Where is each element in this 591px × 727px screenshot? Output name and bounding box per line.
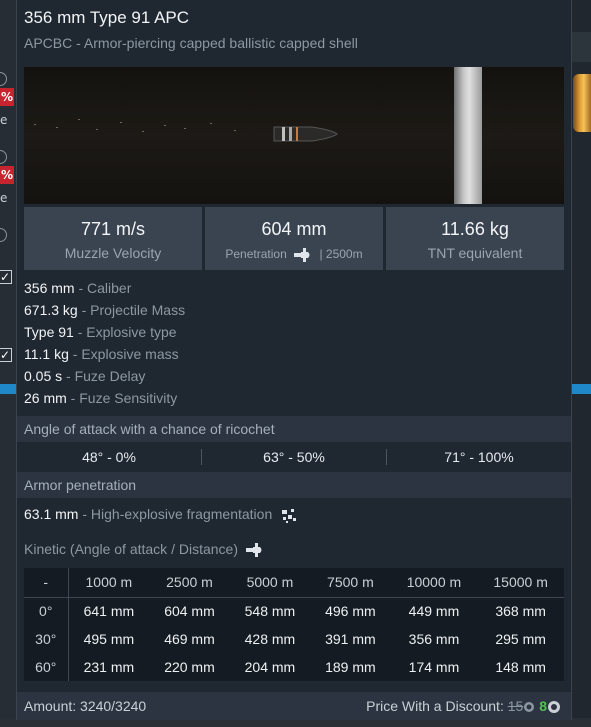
shell-icon [273, 126, 338, 142]
table-cell: 428 mm [244, 631, 296, 647]
background-text: e [0, 191, 8, 205]
shell-name: 356 mm Type 91 APC [24, 8, 190, 27]
distance-header: 1000 m [68, 568, 150, 598]
old-price: 15 [507, 698, 524, 714]
ricochet-cell: 48° - 0% [82, 448, 136, 465]
background-text: e [0, 113, 8, 127]
he-penetration: 63.1 mm - High-explosive fragmentation [24, 506, 298, 524]
table-row: 30° 495 mm 469 mm 428 mm 391 mm 356 mm 2… [24, 625, 564, 653]
stat-label: TNT equivalent [427, 245, 523, 261]
stat-label: Penetration | 2500m [205, 247, 383, 262]
background-stripe [0, 384, 16, 394]
angle-cell: 0° [24, 597, 69, 625]
percent-badge: % [0, 88, 14, 106]
kinetic-title: Kinetic (Angle of attack / Distance) [24, 541, 264, 558]
muzzle-velocity-stat: 771 m/s Muzzle Velocity [24, 207, 202, 270]
property-projectile-mass: 671.3 kg - Projectile Mass [24, 302, 186, 318]
table-row: 60° 231 mm 220 mm 204 mm 189 mm 174 mm 1… [24, 653, 564, 681]
stat-label-prefix: Penetration [225, 247, 287, 261]
distance-header: 5000 m [229, 568, 311, 598]
armor-plate [454, 67, 482, 204]
ammo-tooltip: 356 mm Type 91 APC APCBC - Armor-piercin… [16, 0, 572, 720]
property-list: 356 mm - Caliber 671.3 kg - Projectile M… [24, 278, 185, 410]
table-header-row: - 1000 m 2500 m 5000 m 7500 m 10000 m 15… [24, 568, 564, 598]
table-cell: 231 mm [83, 659, 135, 675]
property-explosive-mass: 11.1 kg - Explosive mass [24, 346, 179, 362]
shell-preview-image [24, 67, 564, 204]
radio-icon [0, 228, 7, 242]
fragmentation-icon [282, 509, 297, 524]
distance-header: 15000 m [477, 568, 564, 598]
table-cell: 174 mm [408, 659, 460, 675]
silver-lions-icon [524, 702, 535, 713]
ricochet-header: Angle of attack with a chance of ricoche… [17, 416, 571, 442]
property-caliber: 356 mm - Caliber [24, 280, 132, 296]
table-cell: 356 mm [408, 631, 460, 647]
table-cell: 368 mm [495, 603, 546, 620]
stat-value: 11.66 kg [441, 219, 509, 239]
table-cell: 204 mm [244, 659, 296, 675]
table-cell: 641 mm [83, 603, 135, 620]
property-explosive-type: Type 91 - Explosive type [24, 324, 177, 340]
table-cell: 548 mm [244, 603, 296, 620]
checkbox-icon: ✓ [0, 348, 12, 362]
ricochet-row: 48° - 0% 63° - 50% 71° - 100% [17, 443, 571, 470]
property-fuze-sensitivity: 26 mm - Fuze Sensitivity [24, 390, 178, 406]
background-left-strip: % e % e ✓ ✓ [0, 0, 16, 727]
radio-icon [0, 72, 7, 86]
table-cell: 148 mm [495, 659, 546, 675]
checkbox-icon: ✓ [0, 270, 12, 284]
shell-penetration-icon [245, 543, 262, 558]
shell-penetration-icon [294, 247, 310, 262]
penetration-stat: 604 mm Penetration | 2500m [205, 207, 383, 270]
tnt-equivalent-stat: 11.66 kg TNT equivalent [386, 207, 564, 270]
shell-description: APCBC - Armor-piercing capped ballistic … [24, 35, 358, 51]
ammo-amount: Amount: 3240/3240 [24, 698, 147, 714]
angle-cell: 30° [24, 625, 69, 653]
table-cell: 391 mm [325, 631, 376, 647]
penetration-table: - 1000 m 2500 m 5000 m 7500 m 10000 m 15… [24, 568, 564, 681]
distance-header: 2500 m [149, 568, 230, 598]
armor-penetration-header: Armor penetration [17, 472, 571, 498]
stat-label: Muzzle Velocity [64, 245, 162, 261]
silver-lions-icon [548, 701, 560, 714]
percent-badge: % [0, 166, 14, 184]
background-stripe [572, 384, 591, 394]
price-label: Price With a Discount: [366, 698, 504, 714]
radio-icon [0, 150, 7, 164]
table-cell: 189 mm [325, 659, 376, 675]
ammo-icon [573, 74, 591, 132]
angle-cell: 60° [24, 653, 69, 681]
stats-row: 771 m/s Muzzle Velocity 604 mm Penetrati… [24, 207, 564, 270]
distance-header: 10000 m [390, 568, 478, 598]
table-cell: 295 mm [495, 631, 546, 647]
distance-header: 7500 m [310, 568, 391, 598]
stat-value: 604 mm [261, 219, 327, 239]
ricochet-cell: 63° - 50% [263, 448, 325, 465]
discount-price: Price With a Discount: 15 8 [366, 698, 561, 714]
table-cell: 220 mm [164, 659, 215, 675]
table-cell: 496 mm [325, 603, 376, 620]
background-right-strip [572, 0, 591, 727]
stat-label-suffix: | 2500m [319, 247, 363, 261]
background-band [572, 32, 591, 62]
table-cell: 469 mm [164, 631, 215, 647]
table-cell: 495 mm [83, 631, 135, 647]
new-price: 8 [539, 698, 547, 714]
table-row: 0° 641 mm 604 mm 548 mm 496 mm 449 mm 36… [24, 597, 564, 625]
ricochet-cell: 71° - 100% [444, 448, 514, 465]
tooltip-footer: Amount: 3240/3240 Price With a Discount:… [17, 692, 571, 720]
table-corner: - [24, 568, 69, 598]
table-cell: 604 mm [164, 603, 215, 620]
property-fuze-delay: 0.05 s - Fuze Delay [24, 368, 146, 384]
stat-value: 771 m/s [80, 219, 146, 239]
table-cell: 449 mm [408, 603, 460, 620]
